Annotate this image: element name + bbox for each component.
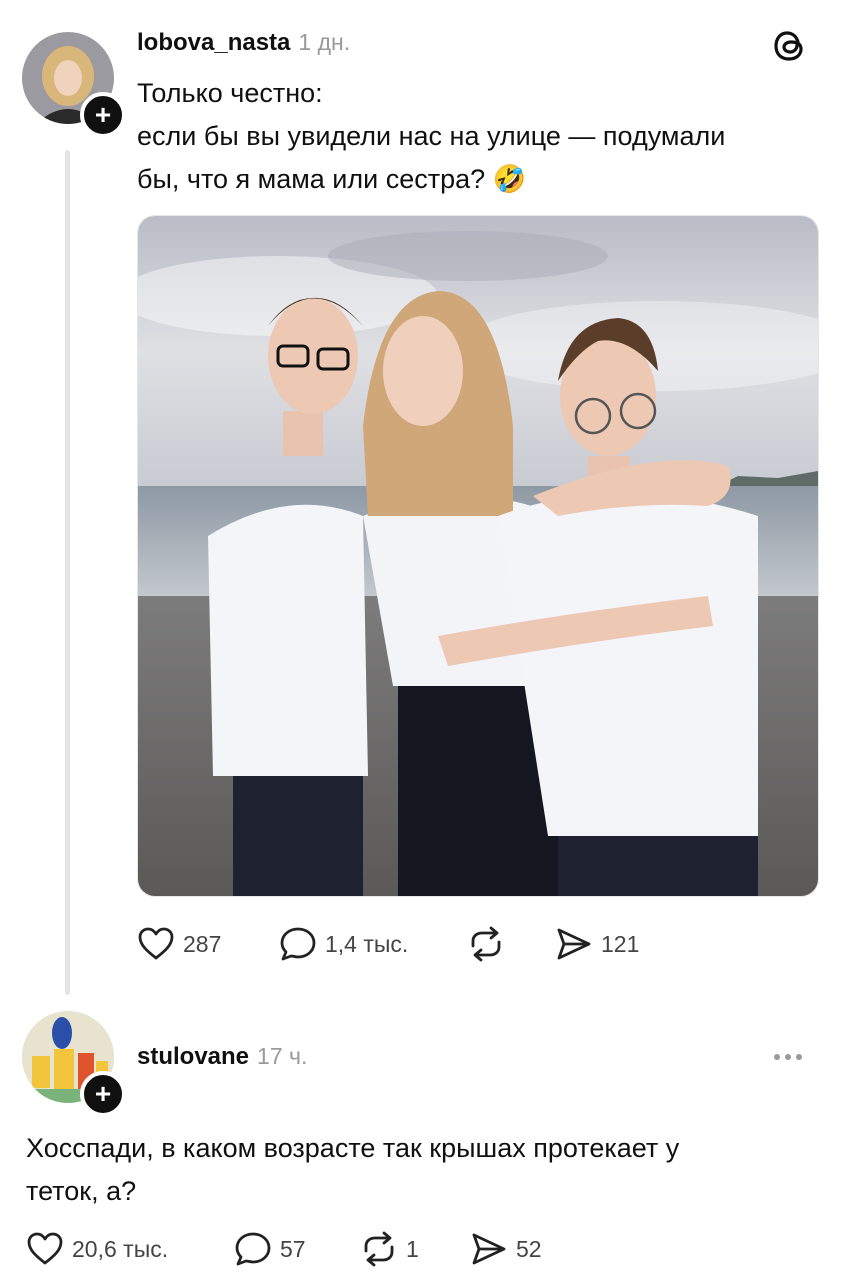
send-icon (557, 928, 591, 960)
post-actions: 287 1,4 тыс. 121 (137, 926, 639, 962)
reply-share-count: 52 (516, 1235, 542, 1262)
post-text: Только честно: если бы вы увидели нас на… (137, 72, 797, 201)
reply-text: Хосспади, в каком возрасте так крышах пр… (26, 1127, 816, 1213)
reply-button[interactable]: 1,4 тыс. (279, 926, 467, 962)
share-button[interactable]: 121 (555, 926, 639, 962)
rofl-emoji: 🤣 (492, 164, 527, 194)
reply-header: stulovane 17 ч. (137, 1043, 307, 1071)
reply-reply-count: 57 (280, 1235, 306, 1262)
like-count: 287 (183, 930, 222, 957)
post-header: lobova_nasta 1 дн. (137, 29, 350, 57)
reply-actions: 20,6 тыс. 57 1 52 (26, 1231, 542, 1267)
plus-icon: + (94, 99, 112, 130)
reply-text-line: Хосспади, в каком возрасте так крышах пр… (26, 1133, 680, 1163)
post-username[interactable]: lobova_nasta (137, 29, 290, 57)
plus-icon: + (94, 1078, 112, 1109)
reply-like-button[interactable]: 20,6 тыс. (26, 1231, 234, 1267)
post-text-line: Только честно: (137, 78, 323, 108)
reply-text-line: теток, а? (26, 1176, 137, 1206)
post-timestamp: 1 дн. (298, 29, 351, 55)
reply-username[interactable]: stulovane (137, 1043, 249, 1071)
send-icon (472, 1233, 506, 1265)
more-dots-icon[interactable] (774, 1054, 802, 1060)
repost-icon (471, 926, 501, 962)
thread-connector-line (65, 150, 70, 995)
speech-bubble-icon (235, 1232, 271, 1266)
reply-count: 1,4 тыс. (325, 930, 409, 957)
heart-icon (138, 927, 174, 960)
reply-timestamp: 17 ч. (257, 1043, 308, 1069)
repost-icon (364, 1231, 394, 1267)
reply-reply-button[interactable]: 57 (234, 1231, 360, 1267)
follow-author-button[interactable]: + (80, 92, 126, 138)
photo-illustration (138, 216, 818, 896)
post-text-line: если бы вы увидели нас на улице — подума… (137, 121, 726, 151)
follow-reply-author-button[interactable]: + (80, 1071, 126, 1117)
post-text-line: бы, что я мама или сестра? 🤣 (137, 158, 797, 201)
reply-repost-button[interactable]: 1 (360, 1231, 470, 1267)
heart-icon (27, 1232, 63, 1265)
post-photo[interactable] (137, 215, 819, 897)
repost-button[interactable] (467, 926, 555, 962)
reply-share-button[interactable]: 52 (470, 1231, 542, 1267)
reply-repost-count: 1 (406, 1235, 419, 1262)
threads-logo-icon (772, 28, 808, 69)
like-button[interactable]: 287 (137, 926, 279, 962)
speech-bubble-icon (280, 927, 316, 961)
share-count: 121 (601, 930, 640, 957)
reply-like-count: 20,6 тыс. (72, 1235, 169, 1262)
post-text-span: бы, что я мама или сестра? (137, 164, 486, 194)
